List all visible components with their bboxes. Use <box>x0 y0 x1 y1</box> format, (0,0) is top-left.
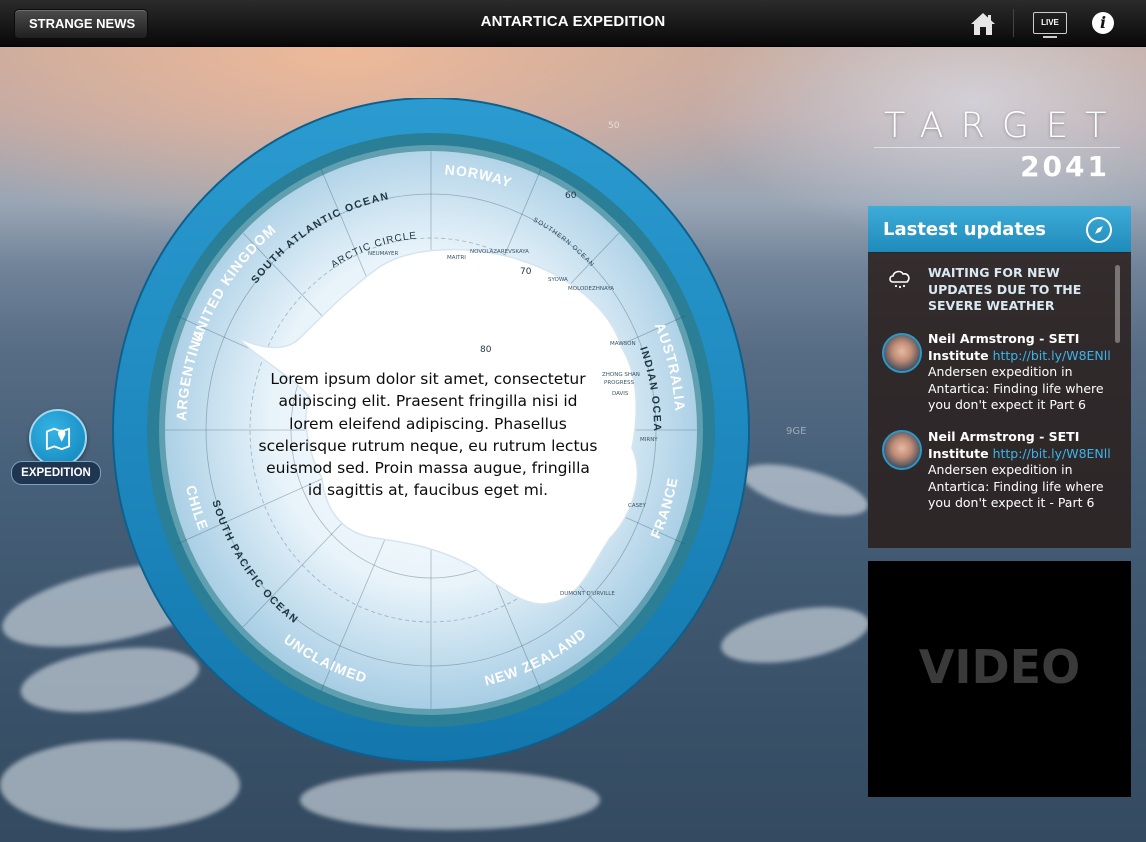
info-icon[interactable]: i <box>1092 12 1114 34</box>
station-label: NOVOLAZAREVSKAYA <box>470 249 529 255</box>
station-label: MOLODEZHNAYA <box>568 286 614 292</box>
weather-notice: WAITING FOR NEW UPDATES DUE TO THE SEVER… <box>928 265 1082 313</box>
tweet-link[interactable]: http://bit.ly/W8ENll <box>993 446 1111 461</box>
degree-marker: 80 <box>480 345 492 355</box>
station-label: DAVIS <box>612 391 629 397</box>
updates-title: Lastest updates <box>883 219 1046 240</box>
home-icon[interactable] <box>970 11 996 37</box>
station-label: ZHONG SHAN <box>602 372 640 378</box>
tweet-item: Neil Armstrong - SETI Institute http://b… <box>928 331 1113 414</box>
video-label: VIDEO <box>918 640 1081 694</box>
expedition-button[interactable] <box>29 409 87 467</box>
station-label: PROGRESS <box>604 380 635 386</box>
map-marker-label: 9GE <box>786 426 807 437</box>
live-tv-button[interactable]: LIVE <box>1033 12 1067 38</box>
station-label: SYOWA <box>548 277 568 283</box>
target-title: TARGET <box>884 106 1124 146</box>
updates-scrollbar[interactable] <box>1115 265 1120 343</box>
tweet-item: Neil Armstrong - SETI Institute http://b… <box>928 429 1113 512</box>
avatar[interactable] <box>882 333 922 373</box>
toolbar-divider <box>1013 9 1014 37</box>
sea-ice-patch <box>737 453 873 527</box>
tweet-text: Andersen expedition in Antartica: Findin… <box>928 462 1104 511</box>
target-divider <box>874 147 1120 148</box>
degree-marker: 60 <box>565 191 577 201</box>
station-label: DUMONT D'URVILLE <box>560 591 615 597</box>
target-year: 2041 <box>1020 150 1110 183</box>
sea-ice-patch <box>300 770 600 830</box>
tweet-text: Andersen expedition in Antartica: Findin… <box>928 364 1104 413</box>
avatar[interactable] <box>882 430 922 470</box>
station-label: MAITRI <box>447 255 466 261</box>
station-label: NEUMAYER <box>368 251 399 257</box>
station-label: CASEY <box>628 503 647 509</box>
compass-icon[interactable] <box>1086 217 1112 243</box>
tweet-link[interactable]: http://bit.ly/W8ENll <box>993 348 1111 363</box>
degree-marker: 70 <box>520 267 532 277</box>
expedition-label[interactable]: EXPEDITION <box>11 461 101 485</box>
expedition-description: Lorem ipsum dolor sit amet, consectetur … <box>258 370 598 500</box>
station-label: MAWSON <box>610 341 636 347</box>
degree-marker: 50 <box>608 121 620 131</box>
snow-cloud-icon <box>889 270 910 289</box>
station-label: MIRNY <box>640 437 658 443</box>
top-bar: STRANGE NEWS ANTARTICA EXPEDITION LIVE i <box>0 0 1146 47</box>
map-pin-icon <box>45 427 71 451</box>
